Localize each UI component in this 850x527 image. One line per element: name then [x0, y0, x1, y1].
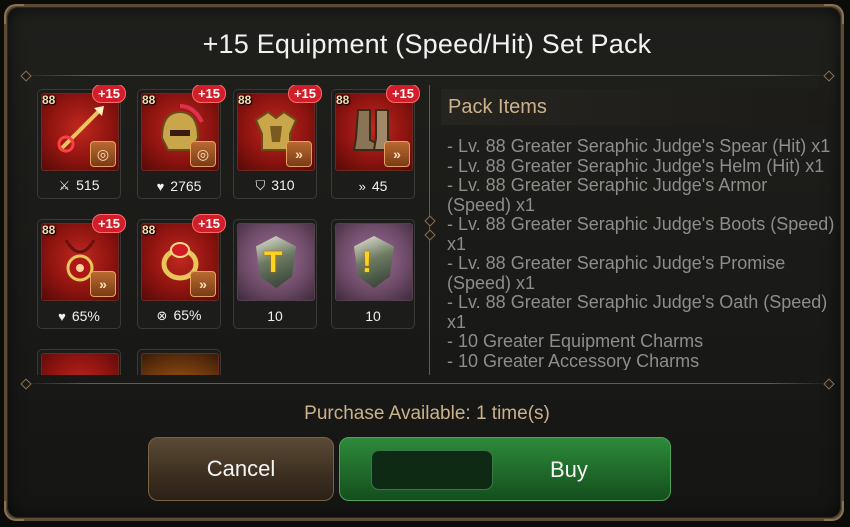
price-slot: [371, 450, 493, 490]
speed-set-icon: »: [90, 271, 116, 297]
dialog-title: +15 Equipment (Speed/Hit) Set Pack: [202, 29, 652, 59]
speed-set-icon: »: [384, 141, 410, 167]
item-stat: ♥ 2765: [138, 178, 220, 194]
item-tile-boots[interactable]: 88 +15 » » 45: [331, 85, 420, 199]
stat-value: 310: [271, 177, 295, 193]
upgrade-badge: +15: [287, 85, 322, 103]
upgrade-badge: +15: [385, 85, 420, 103]
pack-item-line: - Lv. 88 Greater Seraphic Judge's Oath (…: [447, 292, 828, 332]
divider-bottom: [21, 383, 833, 384]
item-tile-partial[interactable]: [137, 349, 221, 375]
item-stat: » 45: [332, 178, 414, 194]
buy-label: Buy: [550, 457, 588, 482]
frame-corner: [824, 501, 844, 521]
item-tile-spear[interactable]: 88 +15 ◎ ⚔ 515: [37, 85, 126, 199]
item-art: [141, 353, 219, 375]
accessory-charm-icon: [354, 236, 394, 288]
item-stat: ⊗ 65%: [138, 307, 220, 324]
buy-button[interactable]: Buy: [339, 437, 671, 501]
exclamation-mark-icon: !: [362, 246, 372, 279]
stat-value: 65%: [173, 307, 202, 323]
stat-value: 65%: [71, 308, 100, 324]
heart-icon: ♥: [156, 179, 165, 194]
pack-items-list[interactable]: - Lv. 88 Greater Seraphic Judge's Spear …: [447, 137, 835, 370]
pack-item-line: - 10 Greater Equipment Charms: [447, 331, 704, 351]
item-level: 88: [238, 93, 252, 107]
stat-value: 45: [371, 178, 388, 194]
pack-item-line: - Lv. 88 Greater Seraphic Judge's Boots …: [447, 214, 835, 254]
pack-item-line: - 10 Greater Accessory Charms: [447, 350, 700, 370]
item-tile-armor[interactable]: 88 +15 » ⛉ 310: [233, 85, 322, 199]
shield-icon: ⛉: [255, 178, 266, 193]
pack-item-line: - Lv. 88 Greater Seraphic Judge's Armor …: [447, 175, 768, 215]
stat-value: 515: [76, 177, 100, 193]
divider-ornament: [20, 70, 32, 82]
item-tile-helm[interactable]: 88 +15 ◎ ♥ 2765: [137, 85, 226, 199]
divider-ornament: [424, 229, 436, 241]
pack-item-line: - Lv. 88 Greater Seraphic Judge's Spear …: [447, 137, 831, 156]
item-level: 88: [42, 93, 56, 107]
purchase-limit-text: Purchase Available: 1 time(s): [304, 403, 550, 424]
item-tile-equipment-charm[interactable]: T 10: [233, 219, 317, 329]
sword-icon: ⚔: [58, 178, 71, 193]
hit-set-icon: ◎: [190, 141, 216, 167]
set-pack-dialog: +15 Equipment (Speed/Hit) Set Pack 88 +1…: [4, 4, 844, 521]
item-stat: ⛉ 310: [234, 177, 316, 194]
frame-corner: [4, 4, 24, 24]
hit-set-icon: ◎: [90, 141, 116, 167]
upgrade-badge: +15: [91, 85, 126, 103]
heart-icon: ♥: [58, 309, 66, 324]
stat-value: 2765: [170, 178, 202, 194]
speed-arrow-icon: »: [358, 179, 366, 194]
item-art: !: [335, 223, 413, 301]
frame-corner: [824, 4, 844, 24]
divider-ornament: [20, 378, 32, 390]
item-count: 10: [365, 308, 381, 324]
item-level: 88: [336, 93, 350, 107]
item-tile-promise[interactable]: 88 +15 » ♥ 65%: [37, 214, 126, 329]
item-level: 88: [142, 223, 156, 237]
upgrade-badge: +15: [91, 214, 126, 233]
item-art: T: [237, 223, 315, 301]
item-count: 10: [267, 308, 283, 324]
upgrade-badge: +15: [191, 214, 226, 233]
cancel-button[interactable]: Cancel: [148, 437, 334, 501]
speed-set-icon: »: [286, 141, 312, 167]
item-grid[interactable]: 88 +15 ◎ ⚔ 515 88 +15 ◎ ♥ 2765 88 +15 » …: [23, 85, 423, 375]
divider-top: [21, 75, 833, 76]
pack-item-line: - Lv. 88 Greater Seraphic Judge's Promis…: [447, 253, 786, 293]
frame-corner: [4, 501, 24, 521]
item-tile-oath[interactable]: 88 +15 » ⊗ 65%: [137, 214, 226, 329]
divider-ornament: [823, 70, 835, 82]
item-tile-partial[interactable]: [37, 349, 121, 375]
item-art: [41, 353, 119, 375]
item-stat: ⚔ 515: [38, 177, 120, 194]
item-level: 88: [42, 223, 56, 237]
divider-ornament: [424, 215, 436, 227]
target-icon: ⊗: [156, 308, 168, 323]
pack-item-line: - Lv. 88 Greater Seraphic Judge's Helm (…: [447, 155, 825, 176]
item-level: 88: [142, 93, 156, 107]
pack-items-heading: Pack Items: [448, 96, 547, 118]
divider-ornament: [823, 378, 835, 390]
item-tile-accessory-charm[interactable]: ! 10: [331, 219, 415, 329]
upgrade-badge: +15: [191, 85, 226, 103]
hammer-mark-icon: T: [264, 246, 283, 279]
item-stat: ♥ 65%: [38, 308, 120, 324]
speed-set-icon: »: [190, 271, 216, 297]
